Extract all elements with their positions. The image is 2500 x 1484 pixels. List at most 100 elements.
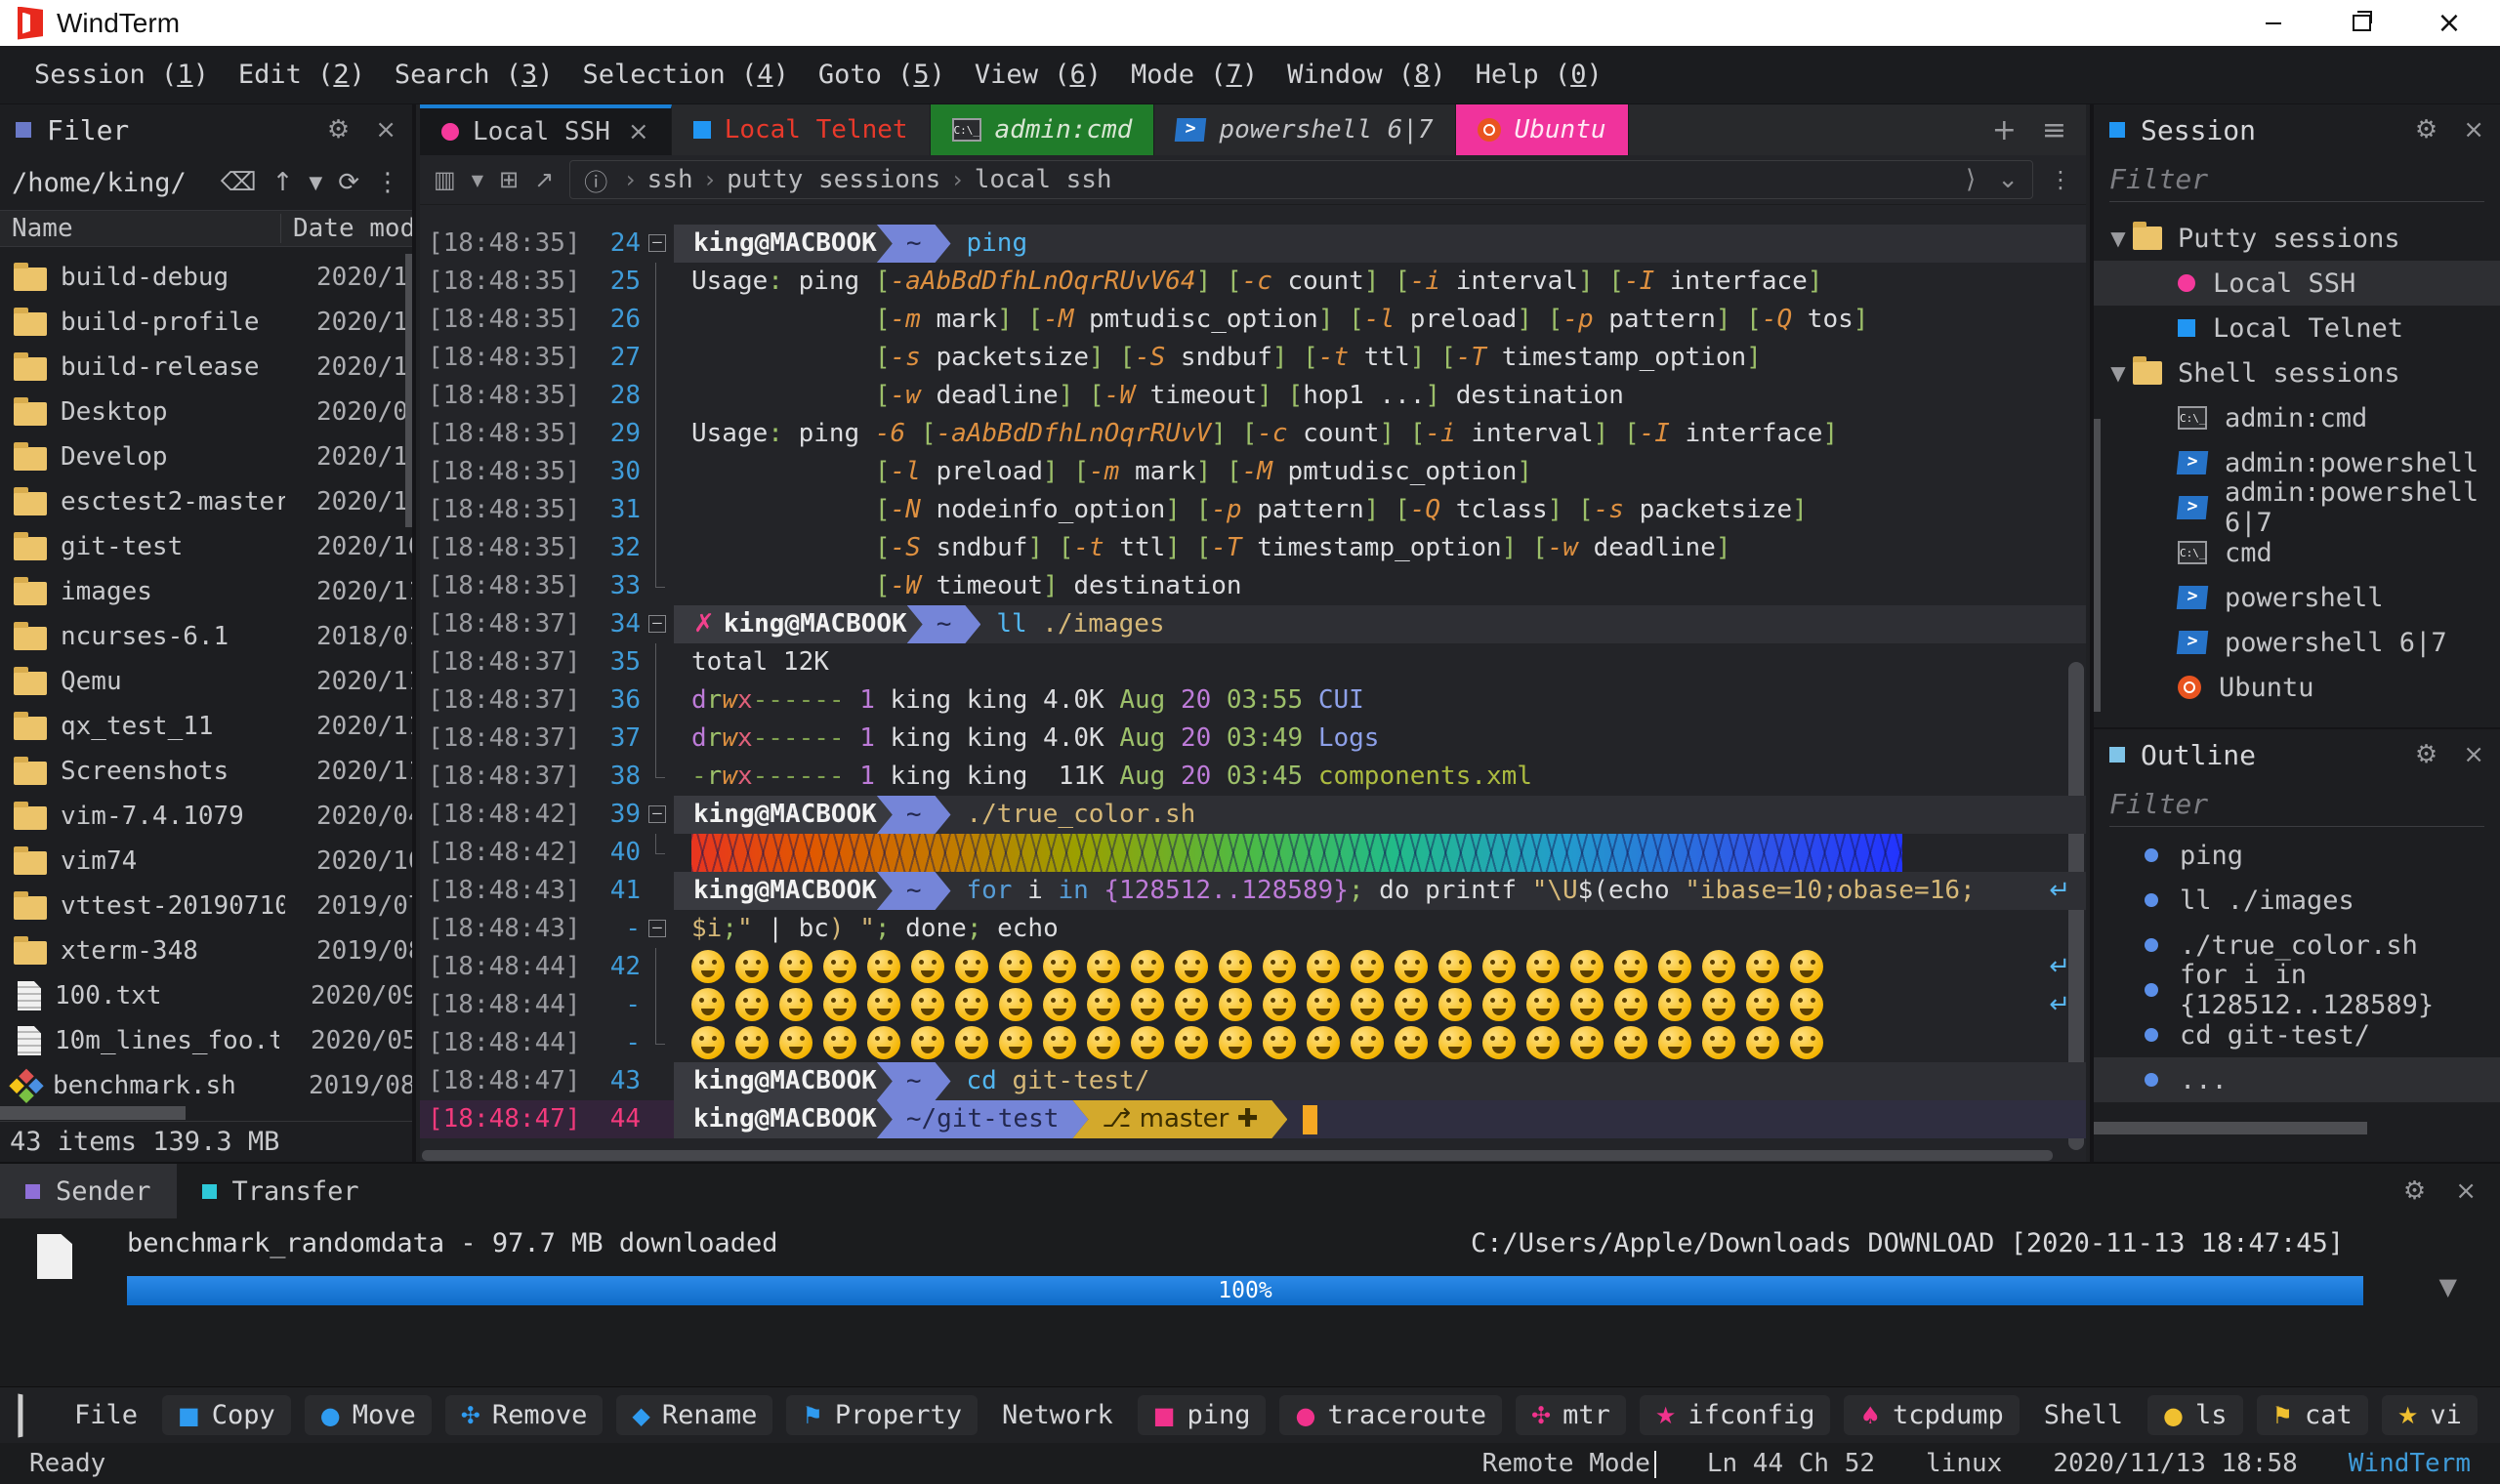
- breadcrumb-item-local-ssh[interactable]: local ssh: [975, 165, 1112, 194]
- outline-horizontal-scrollbar[interactable]: [2094, 1122, 2367, 1134]
- toolbar-button-traceroute[interactable]: ●traceroute: [1279, 1395, 1502, 1435]
- toolbar-button-ifconfig[interactable]: ★ifconfig: [1640, 1395, 1831, 1435]
- new-window-icon[interactable]: ⊞: [499, 166, 519, 193]
- toolbar-button-move[interactable]: ●Move: [305, 1395, 432, 1435]
- clear-path-icon[interactable]: ⌫: [221, 168, 257, 197]
- toolbar-button-remove[interactable]: ✣Remove: [445, 1395, 604, 1435]
- session-item-admin-powershell-6-7[interactable]: >admin:powershell 6|7: [2094, 485, 2500, 530]
- fold-toggle-icon[interactable]: –: [648, 805, 666, 823]
- terminal-tab-local-telnet[interactable]: Local Telnet: [672, 104, 931, 155]
- menu-item-help[interactable]: Help (0): [1461, 46, 1617, 103]
- file-row[interactable]: build-debug2020/11/: [0, 255, 412, 300]
- toolbar-button-mtr[interactable]: ✣mtr: [1516, 1395, 1626, 1435]
- column-header-name[interactable]: Name: [0, 214, 281, 243]
- session-item-powershell[interactable]: >powershell: [2094, 575, 2500, 620]
- file-row[interactable]: 100.txt2020/09/: [0, 973, 412, 1018]
- split-view-icon[interactable]: ▥: [434, 166, 456, 193]
- minimize-button[interactable]: [2260, 10, 2287, 37]
- menu-item-window[interactable]: Window (8): [1272, 46, 1461, 103]
- file-row[interactable]: Screenshots2020/11/: [0, 749, 412, 794]
- file-row[interactable]: images2020/11/: [0, 569, 412, 614]
- terminal-tab-admin-cmd[interactable]: C:\_admin:cmd: [931, 104, 1155, 155]
- menu-item-selection[interactable]: Selection (4): [568, 46, 804, 103]
- filer-menu-kebab-icon[interactable]: ⋮: [375, 168, 400, 197]
- filer-settings-gear-icon[interactable]: ⚙: [327, 115, 350, 144]
- toolbar-button-property[interactable]: ⚑Property: [786, 1395, 978, 1435]
- menu-item-goto[interactable]: Goto (5): [804, 46, 960, 103]
- file-row[interactable]: Desktop2020/06/: [0, 390, 412, 434]
- session-item-ubuntu[interactable]: Ubuntu: [2094, 665, 2500, 710]
- restore-button[interactable]: [2348, 10, 2375, 37]
- menu-item-edit[interactable]: Edit (2): [224, 46, 380, 103]
- session-vertical-scrollbar[interactable]: [2094, 419, 2101, 712]
- file-row[interactable]: build-release2020/11/: [0, 345, 412, 390]
- status-os[interactable]: linux: [1926, 1449, 2002, 1478]
- menu-item-session[interactable]: Session (1): [20, 46, 224, 103]
- close-button[interactable]: ×: [2436, 10, 2463, 37]
- terminal-output[interactable]: [18:48:35]24–king@MACBOOK~ping[18:48:35]…: [420, 205, 2086, 1163]
- toolbar-button-vi[interactable]: ★vi: [2382, 1395, 2478, 1435]
- toolbar-button-copy[interactable]: ■Copy: [162, 1395, 291, 1435]
- terminal-tab-ubuntu[interactable]: Ubuntu: [1456, 104, 1629, 155]
- new-tab-button[interactable]: +: [1992, 113, 2017, 147]
- session-item-powershell-6-7[interactable]: >powershell 6|7: [2094, 620, 2500, 665]
- outline-item-ll-images[interactable]: ll ./images: [2094, 878, 2500, 923]
- status-cursor-position[interactable]: Ln 44 Ch 52: [1707, 1449, 1875, 1478]
- chevron-down-icon[interactable]: ▼: [2104, 361, 2133, 385]
- breadcrumb-item-ssh[interactable]: ssh: [647, 165, 693, 194]
- toolbar-button-ls[interactable]: ●ls: [2147, 1395, 2242, 1435]
- file-row[interactable]: xterm-3482019/08/: [0, 928, 412, 973]
- tab-list-menu-icon[interactable]: ≡: [2042, 113, 2066, 147]
- outline-settings-gear-icon[interactable]: ⚙: [2415, 740, 2438, 769]
- outline-close-icon[interactable]: ×: [2463, 740, 2484, 769]
- session-item-local-telnet[interactable]: Local Telnet: [2094, 306, 2500, 350]
- tab-close-icon[interactable]: ×: [628, 117, 649, 146]
- transfer-tab-sender[interactable]: Sender: [0, 1164, 177, 1218]
- split-dropdown-icon[interactable]: ▼: [472, 171, 483, 189]
- breadcrumb-item-putty-sessions[interactable]: putty sessions: [727, 165, 940, 194]
- breadcrumb[interactable]: ⓘ ›ssh›putty sessions›local ssh ⟩ ⌄: [569, 160, 2033, 199]
- status-mode[interactable]: Remote Mode: [1482, 1449, 1656, 1478]
- file-row[interactable]: ncurses-6.12018/01/: [0, 614, 412, 659]
- toolbar-button-cat[interactable]: ⚑cat: [2257, 1395, 2368, 1435]
- toolbar-button-rename[interactable]: ◆Rename: [616, 1395, 772, 1435]
- status-app-link[interactable]: WindTerm: [2349, 1449, 2471, 1478]
- transfer-dropdown-icon[interactable]: ▼: [2439, 1273, 2457, 1300]
- filer-horizontal-scrollbar[interactable]: [0, 1106, 186, 1120]
- file-row[interactable]: Qemu2020/11/: [0, 659, 412, 704]
- filer-path-input[interactable]: /home/king/: [12, 168, 205, 198]
- file-row[interactable]: qx_test_112020/11/: [0, 704, 412, 749]
- refresh-icon[interactable]: ⟳: [338, 168, 359, 197]
- session-group-putty-sessions[interactable]: ▼Putty sessions: [2094, 216, 2500, 261]
- session-item-admin-cmd[interactable]: C:\_admin:cmd: [2094, 395, 2500, 440]
- file-row[interactable]: Develop2020/11/: [0, 434, 412, 479]
- up-directory-icon[interactable]: ↑: [272, 168, 294, 197]
- detach-icon[interactable]: ↗: [534, 166, 554, 193]
- toolbar-button-ping[interactable]: ■ping: [1138, 1395, 1267, 1435]
- file-row[interactable]: 10m_lines_foo.t…2020/05/: [0, 1018, 412, 1063]
- session-settings-gear-icon[interactable]: ⚙: [2415, 115, 2438, 144]
- file-row[interactable]: benchmark.sh2019/08/: [0, 1063, 412, 1108]
- filer-close-icon[interactable]: ×: [375, 115, 396, 144]
- column-header-date[interactable]: Date mod: [281, 214, 412, 243]
- menu-item-view[interactable]: View (6): [960, 46, 1116, 103]
- session-item-local-ssh[interactable]: Local SSH: [2094, 261, 2500, 306]
- fold-toggle-icon[interactable]: –: [648, 920, 666, 937]
- file-row[interactable]: esctest2-master2020/10/: [0, 479, 412, 524]
- outline-item-[interactable]: ...: [2094, 1057, 2500, 1102]
- transfer-settings-gear-icon[interactable]: ⚙: [2403, 1176, 2426, 1206]
- file-row[interactable]: vim-7.4.10792020/04/: [0, 794, 412, 839]
- outline-item-for-i-in-128512-128589[interactable]: for i in {128512..128589}: [2094, 968, 2500, 1012]
- menu-item-search[interactable]: Search (3): [380, 46, 568, 103]
- breadcrumb-forward-icon[interactable]: ⟩: [1966, 165, 1976, 194]
- filer-vertical-scrollbar[interactable]: [405, 254, 412, 527]
- session-close-icon[interactable]: ×: [2463, 115, 2484, 144]
- terminal-tab-local-ssh[interactable]: Local SSH×: [420, 104, 672, 155]
- toolbar-button-tcpdump[interactable]: ♠tcpdump: [1844, 1395, 2019, 1435]
- breadcrumb-expand-icon[interactable]: ⌄: [1997, 165, 2019, 194]
- info-icon[interactable]: ⓘ: [584, 163, 607, 197]
- chevron-down-icon[interactable]: ▼: [2104, 227, 2133, 250]
- outline-filter-input[interactable]: Filter: [2109, 788, 2484, 827]
- session-group-shell-sessions[interactable]: ▼Shell sessions: [2094, 350, 2500, 395]
- transfer-close-icon[interactable]: ×: [2455, 1176, 2477, 1206]
